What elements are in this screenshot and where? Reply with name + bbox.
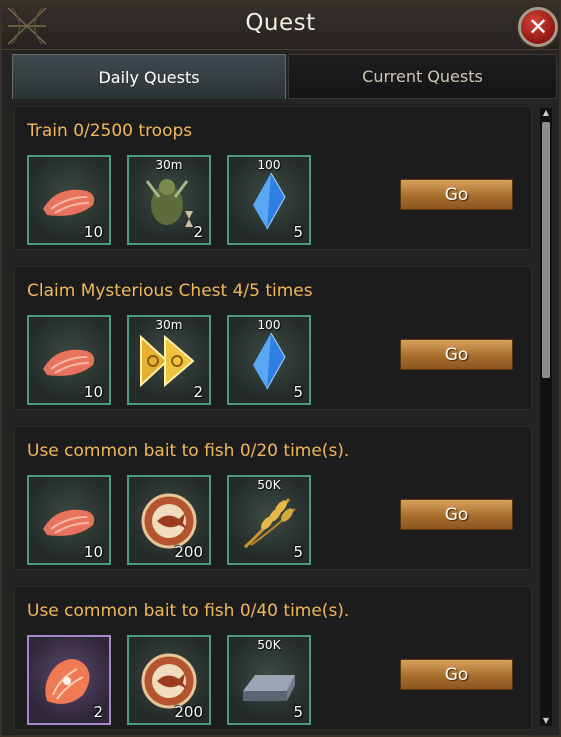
quest-card: Claim Mysterious Chest 4/5 times 10 30m … xyxy=(14,266,532,410)
quest-title: Claim Mysterious Chest 4/5 times xyxy=(27,281,313,301)
salmon-fillet-icon xyxy=(43,189,95,216)
quest-window: Quest ✕ Daily Quests Current Quests Trai… xyxy=(0,0,561,737)
quest-title: Use common bait to fish 0/20 time(s). xyxy=(27,441,350,461)
reward-slot[interactable]: 100 5 xyxy=(227,315,311,405)
reward-quantity: 10 xyxy=(83,223,103,241)
reward-quantity: 2 xyxy=(193,383,203,401)
reward-quantity: 5 xyxy=(293,543,303,561)
reward-label: 50K xyxy=(257,638,281,652)
iron-ingot-icon xyxy=(243,675,295,701)
quest-title: Train 0/2500 troops xyxy=(27,121,193,141)
reward-slot[interactable]: 30m 2 xyxy=(127,155,211,245)
fish-medal-icon xyxy=(141,493,197,549)
reward-slot[interactable]: 50K 5 xyxy=(227,635,311,725)
quest-card: Use common bait to fish 0/20 time(s). 10… xyxy=(14,426,532,570)
reward-quantity: 2 xyxy=(93,703,103,721)
go-button[interactable]: Go xyxy=(400,659,513,690)
tab-daily-quests[interactable]: Daily Quests xyxy=(12,54,286,99)
blue-crystal-icon xyxy=(253,172,286,230)
reward-label: 30m xyxy=(155,318,183,332)
reward-slot[interactable]: 50K 5 xyxy=(227,475,311,565)
salmon-fillet-icon xyxy=(43,349,95,376)
window-title: Quest xyxy=(245,10,316,36)
reward-label: 30m xyxy=(155,158,183,172)
quest-title: Use common bait to fish 0/40 time(s). xyxy=(27,601,350,621)
reward-label: 100 xyxy=(257,318,281,332)
reward-quantity: 200 xyxy=(174,543,203,561)
blue-crystal-icon xyxy=(253,332,286,390)
reward-quantity: 10 xyxy=(83,383,103,401)
scroll-down-icon[interactable]: ▼ xyxy=(540,716,552,726)
scroll-up-icon[interactable]: ▲ xyxy=(540,108,552,118)
reward-quantity: 5 xyxy=(293,383,303,401)
salmon-fillet-icon xyxy=(43,509,95,536)
reward-slot[interactable]: 200 xyxy=(127,635,211,725)
close-icon: ✕ xyxy=(527,13,549,41)
reward-quantity: 5 xyxy=(293,223,303,241)
wheat-icon xyxy=(243,498,296,549)
go-button[interactable]: Go xyxy=(400,179,513,210)
scrollbar[interactable]: ▲ ▼ xyxy=(540,108,552,726)
title-bar: Quest ✕ xyxy=(2,2,559,50)
reward-slot[interactable]: 10 xyxy=(27,315,111,405)
reward-slot[interactable]: 10 xyxy=(27,155,111,245)
troop-speedup-icon xyxy=(145,179,193,227)
salmon-steak-icon xyxy=(45,659,90,704)
reward-quantity: 200 xyxy=(174,703,203,721)
reward-quantity: 2 xyxy=(193,223,203,241)
scroll-thumb[interactable] xyxy=(542,122,550,378)
tab-bar: Daily Quests Current Quests xyxy=(12,54,557,99)
fish-medal-icon xyxy=(141,653,197,709)
reward-slot[interactable]: 100 5 xyxy=(227,155,311,245)
go-button[interactable]: Go xyxy=(400,339,513,370)
gold-speedup-icon xyxy=(140,334,195,388)
reward-quantity: 5 xyxy=(293,703,303,721)
tab-current-quests[interactable]: Current Quests xyxy=(288,54,557,99)
reward-label: 100 xyxy=(257,158,281,172)
reward-slot[interactable]: 10 xyxy=(27,475,111,565)
quest-card: Train 0/2500 troops 10 30m 2 100 5 Go xyxy=(14,106,532,250)
go-button[interactable]: Go xyxy=(400,499,513,530)
reward-slot[interactable]: 2 xyxy=(27,635,111,725)
quest-card: Use common bait to fish 0/40 time(s). 2 … xyxy=(14,586,532,730)
reward-label: 50K xyxy=(257,478,281,492)
close-button[interactable]: ✕ xyxy=(518,7,558,47)
reward-slot[interactable]: 200 xyxy=(127,475,211,565)
reward-slot[interactable]: 30m 2 xyxy=(127,315,211,405)
quest-list: Train 0/2500 troops 10 30m 2 100 5 Go Cl… xyxy=(14,106,534,732)
reward-quantity: 10 xyxy=(83,543,103,561)
